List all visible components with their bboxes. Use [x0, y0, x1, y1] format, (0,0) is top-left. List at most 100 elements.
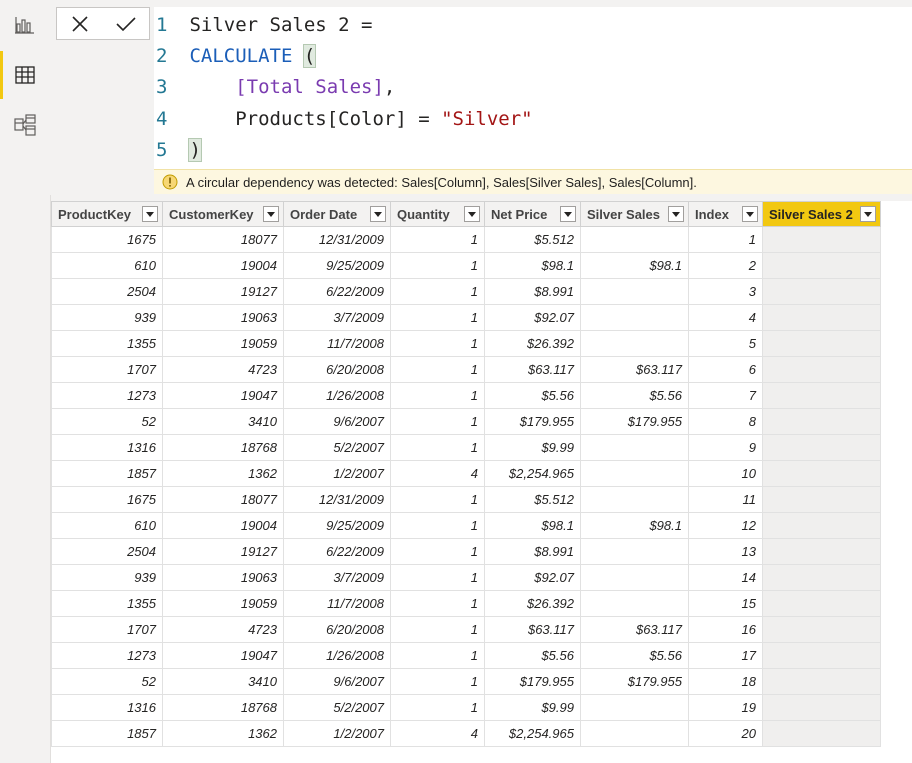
table-cell[interactable]: 1	[390, 668, 485, 695]
table-row[interactable]: 1355 19059 11/7/2008 1 $26.392 15	[51, 590, 881, 617]
table-cell[interactable]: 19	[688, 694, 763, 721]
table-cell[interactable]: 1	[390, 252, 485, 279]
filter-dropdown-button[interactable]	[142, 206, 158, 222]
table-cell[interactable]: 18768	[162, 694, 284, 721]
table-cell[interactable]: $98.1	[580, 252, 689, 279]
table-cell[interactable]: $179.955	[580, 408, 689, 435]
table-cell[interactable]: $9.99	[484, 694, 581, 721]
table-cell[interactable]: 1707	[51, 616, 163, 643]
table-cell[interactable]: 18	[688, 668, 763, 695]
table-cell[interactable]: $92.07	[484, 564, 581, 591]
filter-dropdown-button[interactable]	[370, 206, 386, 222]
table-cell[interactable]: 1	[390, 512, 485, 539]
table-cell[interactable]: 2504	[51, 538, 163, 565]
table-cell[interactable]: $63.117	[484, 356, 581, 383]
table-cell[interactable]: 3410	[162, 408, 284, 435]
table-cell[interactable]	[762, 408, 881, 435]
table-cell[interactable]: 1	[390, 590, 485, 617]
table-cell[interactable]: 16	[688, 616, 763, 643]
table-cell[interactable]: $63.117	[580, 356, 689, 383]
table-row[interactable]: 1675 18077 12/31/2009 1 $5.512 11	[51, 486, 881, 513]
table-cell[interactable]: 19047	[162, 642, 284, 669]
table-cell[interactable]	[580, 304, 689, 331]
table-cell[interactable]	[580, 590, 689, 617]
table-cell[interactable]: $98.1	[484, 512, 581, 539]
table-cell[interactable]: 7	[688, 382, 763, 409]
table-cell[interactable]	[762, 694, 881, 721]
cancel-button[interactable]	[62, 9, 98, 39]
table-cell[interactable]	[580, 538, 689, 565]
table-cell[interactable]: 1362	[162, 720, 284, 747]
table-cell[interactable]: 12	[688, 512, 763, 539]
table-cell[interactable]: $5.56	[484, 382, 581, 409]
table-cell[interactable]	[762, 720, 881, 747]
table-cell[interactable]: 1	[390, 564, 485, 591]
table-cell[interactable]	[580, 460, 689, 487]
column-header[interactable]: Net Price	[484, 201, 581, 227]
table-cell[interactable]	[762, 538, 881, 565]
table-cell[interactable]: $5.56	[484, 642, 581, 669]
table-cell[interactable]: $2,254.965	[484, 460, 581, 487]
table-cell[interactable]: 2504	[51, 278, 163, 305]
table-row[interactable]: 939 19063 3/7/2009 1 $92.07 14	[51, 564, 881, 591]
table-cell[interactable]: 19059	[162, 330, 284, 357]
table-cell[interactable]: 1	[390, 408, 485, 435]
table-cell[interactable]: $5.56	[580, 382, 689, 409]
table-cell[interactable]: 1857	[51, 720, 163, 747]
table-cell[interactable]: 18768	[162, 434, 284, 461]
table-cell[interactable]: $63.117	[484, 616, 581, 643]
table-cell[interactable]: $9.99	[484, 434, 581, 461]
table-cell[interactable]: $5.56	[580, 642, 689, 669]
table-cell[interactable]: 1355	[51, 590, 163, 617]
table-cell[interactable]: 3/7/2009	[283, 304, 391, 331]
table-cell[interactable]: 9/6/2007	[283, 408, 391, 435]
table-cell[interactable]: 1/2/2007	[283, 720, 391, 747]
table-cell[interactable]: 5	[688, 330, 763, 357]
table-cell[interactable]: 1/26/2008	[283, 382, 391, 409]
table-cell[interactable]	[762, 434, 881, 461]
table-cell[interactable]: $179.955	[484, 668, 581, 695]
dax-editor[interactable]: 1 Silver Sales 2 = 2 CALCULATE ( 3 [Tota…	[154, 7, 912, 169]
table-cell[interactable]: 15	[688, 590, 763, 617]
table-row[interactable]: 1316 18768 5/2/2007 1 $9.99 19	[51, 694, 881, 721]
column-header[interactable]: Index	[688, 201, 763, 227]
table-cell[interactable]: 18077	[162, 226, 284, 253]
table-cell[interactable]	[762, 460, 881, 487]
table-cell[interactable]: 17	[688, 642, 763, 669]
table-cell[interactable]: 19047	[162, 382, 284, 409]
table-cell[interactable]: 14	[688, 564, 763, 591]
table-cell[interactable]: $5.512	[484, 226, 581, 253]
table-cell[interactable]: 6/20/2008	[283, 356, 391, 383]
table-cell[interactable]	[762, 356, 881, 383]
table-cell[interactable]: 6/20/2008	[283, 616, 391, 643]
table-cell[interactable]: $26.392	[484, 330, 581, 357]
filter-dropdown-button[interactable]	[668, 206, 684, 222]
column-header[interactable]: Order Date	[283, 201, 391, 227]
table-cell[interactable]: 11/7/2008	[283, 590, 391, 617]
table-cell[interactable]: 19063	[162, 304, 284, 331]
table-cell[interactable]	[580, 720, 689, 747]
table-cell[interactable]: 11	[688, 486, 763, 513]
table-cell[interactable]: $179.955	[484, 408, 581, 435]
table-cell[interactable]: 939	[51, 564, 163, 591]
table-cell[interactable]	[580, 564, 689, 591]
table-cell[interactable]: 13	[688, 538, 763, 565]
table-cell[interactable]	[580, 434, 689, 461]
table-cell[interactable]: $179.955	[580, 668, 689, 695]
table-cell[interactable]	[762, 252, 881, 279]
table-cell[interactable]: 5/2/2007	[283, 434, 391, 461]
table-cell[interactable]	[580, 694, 689, 721]
table-cell[interactable]	[762, 590, 881, 617]
table-cell[interactable]: 4723	[162, 616, 284, 643]
table-cell[interactable]: 3	[688, 278, 763, 305]
table-cell[interactable]: 1316	[51, 434, 163, 461]
table-cell[interactable]: 9/25/2009	[283, 512, 391, 539]
table-cell[interactable]	[762, 564, 881, 591]
report-view-button[interactable]	[0, 0, 50, 50]
table-cell[interactable]: 52	[51, 668, 163, 695]
table-cell[interactable]: $98.1	[484, 252, 581, 279]
table-cell[interactable]	[762, 668, 881, 695]
column-header[interactable]: CustomerKey	[162, 201, 284, 227]
table-cell[interactable]	[762, 278, 881, 305]
table-cell[interactable]: 610	[51, 252, 163, 279]
